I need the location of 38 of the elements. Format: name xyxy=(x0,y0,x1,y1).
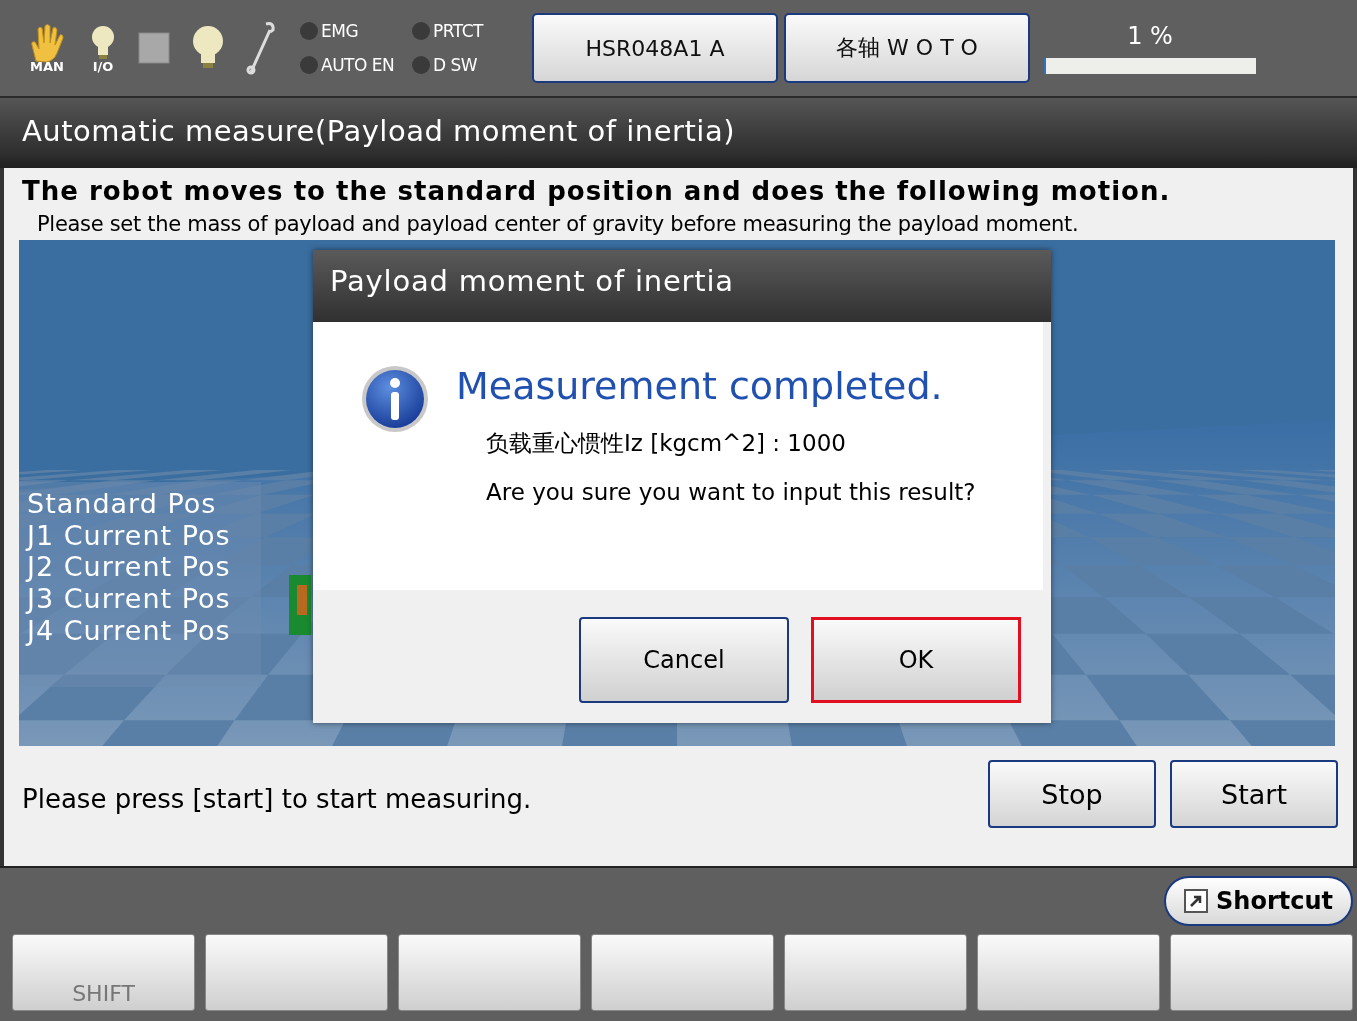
square-icon xyxy=(138,32,170,64)
motion-step: J4 Current Pos xyxy=(27,614,261,647)
io-label: I/O xyxy=(92,58,114,74)
function-key[interactable] xyxy=(398,934,581,1011)
status-label: D SW xyxy=(433,55,478,75)
mode-button[interactable]: MAN xyxy=(26,22,68,74)
speed-reading: 1 % xyxy=(1127,22,1173,50)
shortcut-icon xyxy=(1184,889,1209,913)
axis-button[interactable]: 各轴 W O T O xyxy=(784,13,1030,83)
motion-step: J3 Current Pos xyxy=(27,583,261,615)
status-label: PRTCT xyxy=(433,21,483,41)
start-button[interactable]: Start xyxy=(1170,760,1338,828)
motion-step: J2 Current Pos xyxy=(27,551,261,584)
shortcut-button[interactable]: Shortcut xyxy=(1164,876,1353,926)
robot-button[interactable]: HSR048A1 A xyxy=(532,13,778,83)
dialog-title: Payload moment of inertia xyxy=(313,250,1051,322)
status-label: AUTO EN xyxy=(321,55,395,75)
status-message: Please press [start] to start measuring. xyxy=(21,783,533,814)
function-key[interactable] xyxy=(1170,934,1353,1011)
function-key[interactable] xyxy=(591,934,774,1011)
confirm-question: Are you sure you want to input this result? xyxy=(486,479,976,505)
motion-step: Standard Pos xyxy=(27,488,261,520)
cancel-button[interactable]: Cancel xyxy=(579,617,789,703)
status-label: EMG xyxy=(321,21,359,41)
result-text: 负载重心惯性Iz [kgcm^2] : 1000 xyxy=(486,429,847,458)
dialog-headline: Measurement completed. xyxy=(456,364,944,408)
function-key[interactable] xyxy=(784,934,967,1011)
instruction-text: Please set the mass of payload and payload center of gravity before measuring the payload moment. xyxy=(36,212,1080,236)
motion-step: J1 Current Pos xyxy=(27,519,261,552)
heading-text: The robot moves to the standard position and does the following motion. xyxy=(21,176,1172,206)
stop-button[interactable]: Stop xyxy=(988,760,1156,828)
mode-label: MAN xyxy=(30,58,64,74)
page-title: Automatic measure(Payload moment of inertia) xyxy=(0,98,1357,168)
ok-button[interactable]: OK xyxy=(811,617,1021,703)
io-button[interactable]: I/O xyxy=(88,22,118,74)
function-key[interactable] xyxy=(205,934,388,1011)
info-icon xyxy=(360,364,430,434)
function-key[interactable] xyxy=(977,934,1160,1011)
